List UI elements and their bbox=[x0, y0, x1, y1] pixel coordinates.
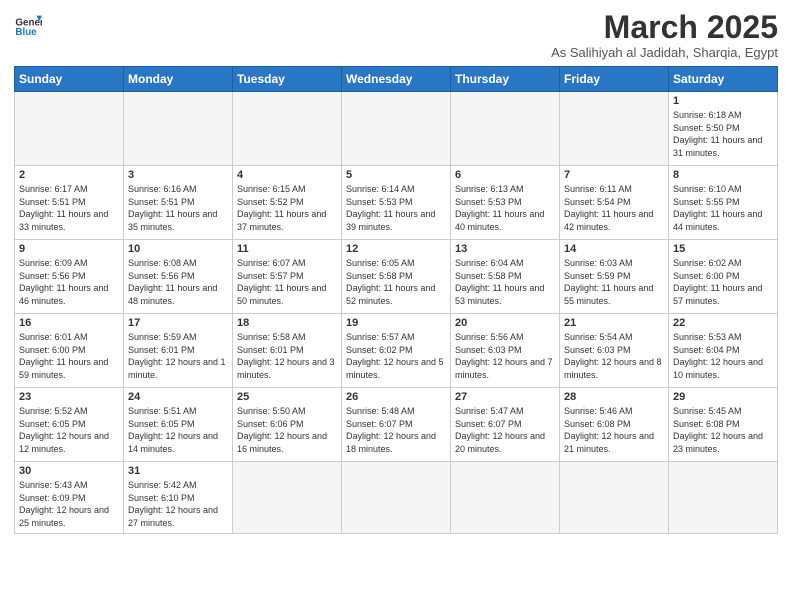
table-row bbox=[342, 462, 451, 533]
table-row bbox=[233, 92, 342, 166]
table-row bbox=[451, 92, 560, 166]
table-row: 27Sunrise: 5:47 AM Sunset: 6:07 PM Dayli… bbox=[451, 388, 560, 462]
table-row: 14Sunrise: 6:03 AM Sunset: 5:59 PM Dayli… bbox=[560, 240, 669, 314]
table-row: 17Sunrise: 5:59 AM Sunset: 6:01 PM Dayli… bbox=[124, 314, 233, 388]
table-row: 22Sunrise: 5:53 AM Sunset: 6:04 PM Dayli… bbox=[669, 314, 778, 388]
logo-icon: General Blue bbox=[14, 10, 42, 38]
header-thursday: Thursday bbox=[451, 67, 560, 92]
table-row: 23Sunrise: 5:52 AM Sunset: 6:05 PM Dayli… bbox=[15, 388, 124, 462]
svg-text:Blue: Blue bbox=[15, 27, 37, 38]
header-monday: Monday bbox=[124, 67, 233, 92]
table-row: 7Sunrise: 6:11 AM Sunset: 5:54 PM Daylig… bbox=[560, 166, 669, 240]
table-row: 12Sunrise: 6:05 AM Sunset: 5:58 PM Dayli… bbox=[342, 240, 451, 314]
table-row: 24Sunrise: 5:51 AM Sunset: 6:05 PM Dayli… bbox=[124, 388, 233, 462]
table-row: 15Sunrise: 6:02 AM Sunset: 6:00 PM Dayli… bbox=[669, 240, 778, 314]
table-row: 11Sunrise: 6:07 AM Sunset: 5:57 PM Dayli… bbox=[233, 240, 342, 314]
table-row: 8Sunrise: 6:10 AM Sunset: 5:55 PM Daylig… bbox=[669, 166, 778, 240]
table-row: 16Sunrise: 6:01 AM Sunset: 6:00 PM Dayli… bbox=[15, 314, 124, 388]
calendar: Sunday Monday Tuesday Wednesday Thursday… bbox=[14, 66, 778, 533]
table-row: 6Sunrise: 6:13 AM Sunset: 5:53 PM Daylig… bbox=[451, 166, 560, 240]
table-row bbox=[15, 92, 124, 166]
table-row: 10Sunrise: 6:08 AM Sunset: 5:56 PM Dayli… bbox=[124, 240, 233, 314]
table-row bbox=[451, 462, 560, 533]
table-row: 5Sunrise: 6:14 AM Sunset: 5:53 PM Daylig… bbox=[342, 166, 451, 240]
table-row bbox=[669, 462, 778, 533]
table-row: 1Sunrise: 6:18 AM Sunset: 5:50 PM Daylig… bbox=[669, 92, 778, 166]
table-row: 21Sunrise: 5:54 AM Sunset: 6:03 PM Dayli… bbox=[560, 314, 669, 388]
table-row bbox=[560, 92, 669, 166]
page-header: General Blue March 2025 As Salihiyah al … bbox=[14, 10, 778, 60]
table-row: 25Sunrise: 5:50 AM Sunset: 6:06 PM Dayli… bbox=[233, 388, 342, 462]
table-row bbox=[342, 92, 451, 166]
header-wednesday: Wednesday bbox=[342, 67, 451, 92]
table-row: 26Sunrise: 5:48 AM Sunset: 6:07 PM Dayli… bbox=[342, 388, 451, 462]
month-title: March 2025 bbox=[551, 10, 778, 45]
table-row: 19Sunrise: 5:57 AM Sunset: 6:02 PM Dayli… bbox=[342, 314, 451, 388]
weekday-header-row: Sunday Monday Tuesday Wednesday Thursday… bbox=[15, 67, 778, 92]
table-row: 4Sunrise: 6:15 AM Sunset: 5:52 PM Daylig… bbox=[233, 166, 342, 240]
header-tuesday: Tuesday bbox=[233, 67, 342, 92]
title-block: March 2025 As Salihiyah al Jadidah, Shar… bbox=[551, 10, 778, 60]
table-row: 29Sunrise: 5:45 AM Sunset: 6:08 PM Dayli… bbox=[669, 388, 778, 462]
table-row: 18Sunrise: 5:58 AM Sunset: 6:01 PM Dayli… bbox=[233, 314, 342, 388]
table-row bbox=[560, 462, 669, 533]
table-row: 9Sunrise: 6:09 AM Sunset: 5:56 PM Daylig… bbox=[15, 240, 124, 314]
table-row bbox=[124, 92, 233, 166]
location: As Salihiyah al Jadidah, Sharqia, Egypt bbox=[551, 45, 778, 60]
header-sunday: Sunday bbox=[15, 67, 124, 92]
header-friday: Friday bbox=[560, 67, 669, 92]
header-saturday: Saturday bbox=[669, 67, 778, 92]
table-row: 13Sunrise: 6:04 AM Sunset: 5:58 PM Dayli… bbox=[451, 240, 560, 314]
table-row: 28Sunrise: 5:46 AM Sunset: 6:08 PM Dayli… bbox=[560, 388, 669, 462]
table-row: 2Sunrise: 6:17 AM Sunset: 5:51 PM Daylig… bbox=[15, 166, 124, 240]
table-row bbox=[233, 462, 342, 533]
table-row: 3Sunrise: 6:16 AM Sunset: 5:51 PM Daylig… bbox=[124, 166, 233, 240]
table-row: 30Sunrise: 5:43 AM Sunset: 6:09 PM Dayli… bbox=[15, 462, 124, 533]
table-row: 20Sunrise: 5:56 AM Sunset: 6:03 PM Dayli… bbox=[451, 314, 560, 388]
logo: General Blue bbox=[14, 10, 42, 38]
table-row: 31Sunrise: 5:42 AM Sunset: 6:10 PM Dayli… bbox=[124, 462, 233, 533]
